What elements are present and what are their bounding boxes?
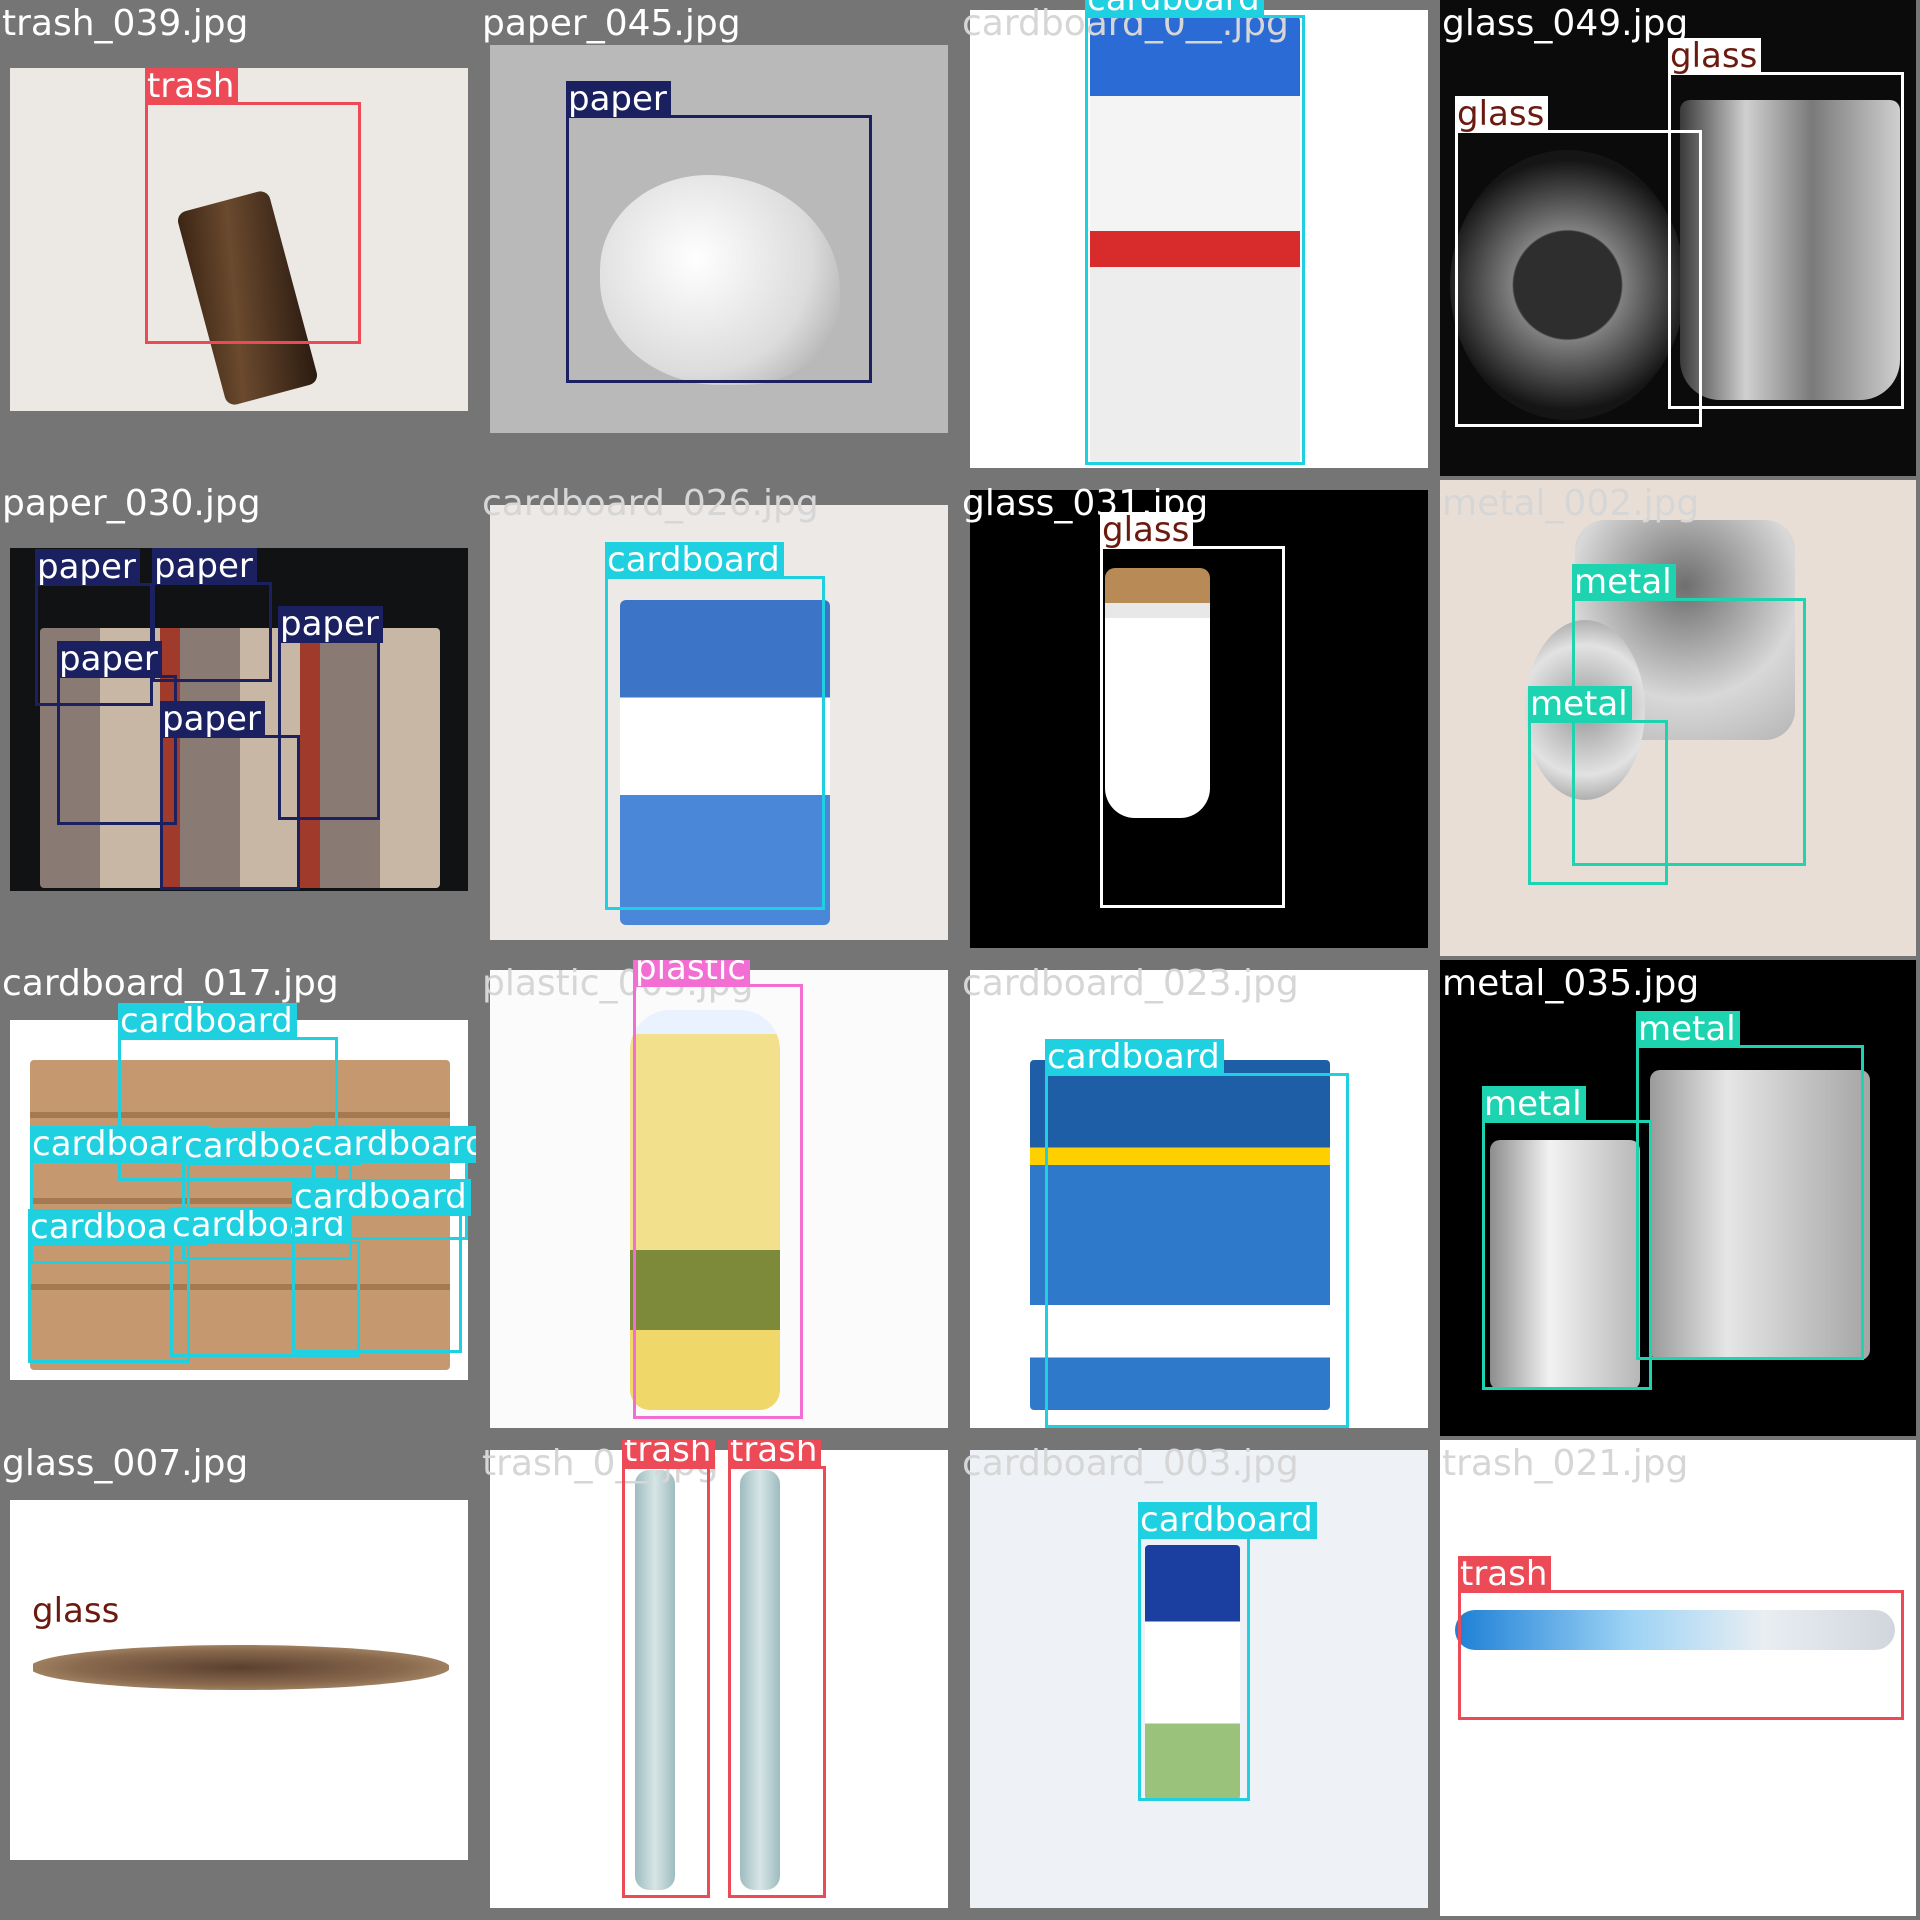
image-tile[interactable]: trash_021.jpgtrash [1440, 1440, 1916, 1916]
detection-box-paper[interactable]: paper [57, 641, 177, 825]
detection-label: metal [1636, 1011, 1740, 1048]
image-tile[interactable]: metal_035.jpgmetal metal [1440, 960, 1916, 1436]
detection-box-glass[interactable]: glass [1455, 96, 1702, 427]
detection-box-paper[interactable]: paper [152, 548, 272, 682]
image-tile[interactable]: paper_030.jpgpaper paper paper paper paper [0, 480, 476, 956]
detection-box-glass[interactable]: glass [30, 1593, 452, 1733]
detection-label: trash [622, 1440, 716, 1469]
detection-label: metal [1528, 686, 1632, 723]
detection-box-cardboard[interactable]: cardboard [28, 1209, 207, 1363]
tile-filename: cardboard_023.jpg [962, 963, 1299, 1004]
image-tile[interactable]: cardboard_023.jpg cardboard [960, 960, 1436, 1436]
tile-filename: paper_030.jpg [2, 483, 261, 524]
image-tile[interactable]: cardboard_003.jpg cardboard [960, 1440, 1436, 1916]
tile-filename: metal_002.jpg [1442, 483, 1700, 524]
tile-filename: cardboard_003.jpg [962, 1443, 1299, 1484]
detection-label: glass [1100, 512, 1194, 549]
detection-label: metal [1482, 1086, 1586, 1123]
detection-box-cardboard[interactable]: cardboard [1085, 0, 1305, 465]
tile-filename: glass_007.jpg [2, 1443, 249, 1484]
image-tile[interactable]: trash_039.jpgtrash [0, 0, 476, 476]
tile-filename: trash_039.jpg [2, 3, 249, 44]
detection-box-metal[interactable]: metal [1528, 686, 1668, 885]
detection-label: cardboard [292, 1179, 471, 1216]
detection-box-cardboard[interactable]: cardboard [1045, 1039, 1349, 1428]
detection-label: plastic [633, 960, 751, 987]
detection-box-paper[interactable]: paper [160, 701, 300, 890]
detection-box-metal[interactable]: metal [1636, 1011, 1864, 1360]
tile-filename: cardboard_017.jpg [2, 963, 339, 1004]
detection-grid: trash_039.jpg trash paper_045.jpg paper card… [0, 0, 1920, 1920]
detection-label: trash [728, 1440, 822, 1469]
image-tile[interactable]: metal_002.jpgmetal metal [1440, 480, 1916, 956]
detection-label: glass [1455, 96, 1549, 133]
detection-label: metal [1572, 564, 1676, 601]
detection-box-plastic[interactable]: plastic [633, 960, 803, 1419]
detection-label: glass [30, 1593, 124, 1630]
detection-label: paper [57, 641, 162, 678]
image-tile[interactable]: cardboard_017.jpg cardboard cardboard cardb… [0, 960, 476, 1436]
detection-label: paper [152, 548, 257, 585]
detection-box-trash[interactable]: trash [145, 68, 361, 344]
detection-box-glass[interactable]: glass [1100, 512, 1285, 908]
detection-box-cardboard[interactable]: cardboard [292, 1179, 471, 1353]
detection-box-paper[interactable]: paper [566, 81, 872, 383]
image-tile[interactable]: glass_031.jpg glass [960, 480, 1436, 956]
detection-label: glass [1668, 38, 1762, 75]
detection-label: paper [566, 81, 671, 118]
detection-box-glass[interactable]: glass [1668, 38, 1904, 409]
tile-filename: cardboard_026.jpg [482, 483, 819, 524]
detection-label: paper [278, 606, 383, 643]
detection-label: paper [35, 549, 140, 586]
detection-box-trash[interactable]: trash [1458, 1556, 1904, 1720]
detection-label: cardboard [312, 1126, 476, 1163]
tile-filename: trash_021.jpg [1442, 1443, 1689, 1484]
tile-filename: glass_049.jpg [1442, 3, 1689, 44]
detection-box-metal[interactable]: metal [1482, 1086, 1652, 1390]
detection-label: cardboard [1045, 1039, 1224, 1076]
detection-label: cardboard [605, 542, 784, 579]
detection-label: paper [160, 701, 265, 738]
detection-box-trash[interactable]: trash [622, 1440, 716, 1898]
detection-label: trash [1458, 1556, 1552, 1593]
detection-label: trash [145, 68, 239, 105]
detection-box-cardboard[interactable]: cardboard [605, 542, 825, 910]
image-tile[interactable]: glass_007.jpgglass [0, 1440, 476, 1916]
tile-filename: paper_045.jpg [482, 3, 741, 44]
image-tile[interactable]: cardboard_026.jpg cardboard [480, 480, 956, 956]
detection-label: cardboard [1138, 1502, 1317, 1539]
detection-label: cardboard [1085, 0, 1264, 18]
detection-box-cardboard[interactable]: cardboard [1138, 1502, 1317, 1801]
image-tile[interactable]: paper_045.jpgpaper [480, 0, 956, 476]
detection-label: cardboard [118, 1003, 297, 1040]
sample-photo [490, 1450, 948, 1908]
image-tile[interactable]: glass_049.jpg glass glass [1440, 0, 1916, 476]
tile-filename: metal_035.jpg [1442, 963, 1700, 1004]
detection-box-trash[interactable]: trash [728, 1440, 826, 1898]
image-tile[interactable]: plastic_003.jpg plastic [480, 960, 956, 1436]
image-tile[interactable]: cardboard_0__.jpgcardboard [960, 0, 1436, 476]
image-tile[interactable]: trash_0__.jpg trash trash [480, 1440, 956, 1916]
